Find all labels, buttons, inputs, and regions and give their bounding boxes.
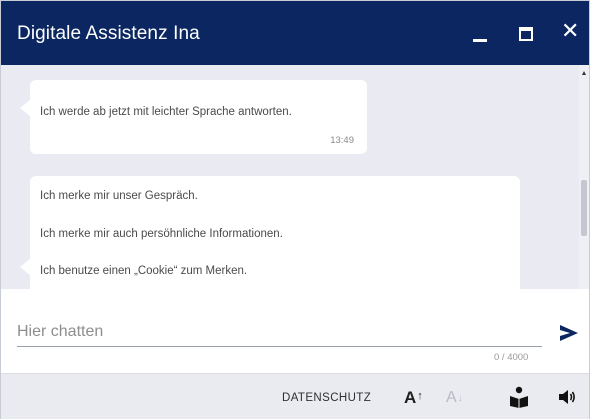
chat-input[interactable] — [17, 317, 542, 347]
privacy-link[interactable]: DATENSCHUTZ — [282, 392, 371, 404]
window-title: Digitale Assistenz Ina — [17, 23, 200, 44]
send-button[interactable] — [558, 322, 580, 344]
close-button[interactable]: ✕ — [557, 19, 589, 49]
font-letter: A — [446, 389, 457, 406]
reading-person-icon[interactable] — [509, 386, 529, 408]
send-arrow-icon — [560, 325, 578, 341]
input-area: 0 / 4000 — [1, 289, 589, 373]
chat-scrollbar[interactable] — [579, 65, 589, 289]
title-bar: Digitale Assistenz Ina ✕ — [1, 1, 589, 65]
bot-message: Ich merke mir unser Gespräch. Ich merke … — [20, 176, 520, 289]
bottom-toolbar: DATENSCHUTZ A↑ A↓ — [1, 373, 589, 419]
font-letter: A — [404, 388, 417, 407]
maximize-icon — [519, 27, 533, 41]
message-text: Ich merke mir unser Gespräch. — [40, 190, 198, 202]
text-size-decrease-icon[interactable]: A↓ — [446, 389, 463, 407]
message-text: Ich benutze einen „Cookie“ zum Merken. — [40, 265, 248, 277]
message-text: Ich werde ab jetzt mit leichter Sprache … — [40, 106, 292, 118]
message-text: Ich merke mir auch persöhnliche Informat… — [40, 228, 283, 240]
message-timestamp: 13:49 — [330, 135, 354, 146]
chat-window: Digitale Assistenz Ina ✕ Ich werde ab je… — [0, 0, 590, 419]
bot-message: Ich werde ab jetzt mit leichter Sprache … — [20, 80, 367, 154]
minimize-icon — [473, 39, 487, 42]
maximize-button[interactable] — [510, 19, 542, 49]
close-icon: ✕ — [561, 19, 580, 44]
minimize-button[interactable] — [465, 19, 497, 49]
speaker-icon[interactable] — [557, 387, 577, 407]
text-size-increase-icon[interactable]: A↑ — [404, 388, 423, 408]
scrollbar-thumb[interactable] — [581, 180, 587, 236]
chat-history[interactable]: Ich werde ab jetzt mit leichter Sprache … — [1, 65, 589, 289]
scroll-up-arrow-icon[interactable] — [582, 71, 586, 75]
character-counter: 0 / 4000 — [494, 352, 529, 363]
